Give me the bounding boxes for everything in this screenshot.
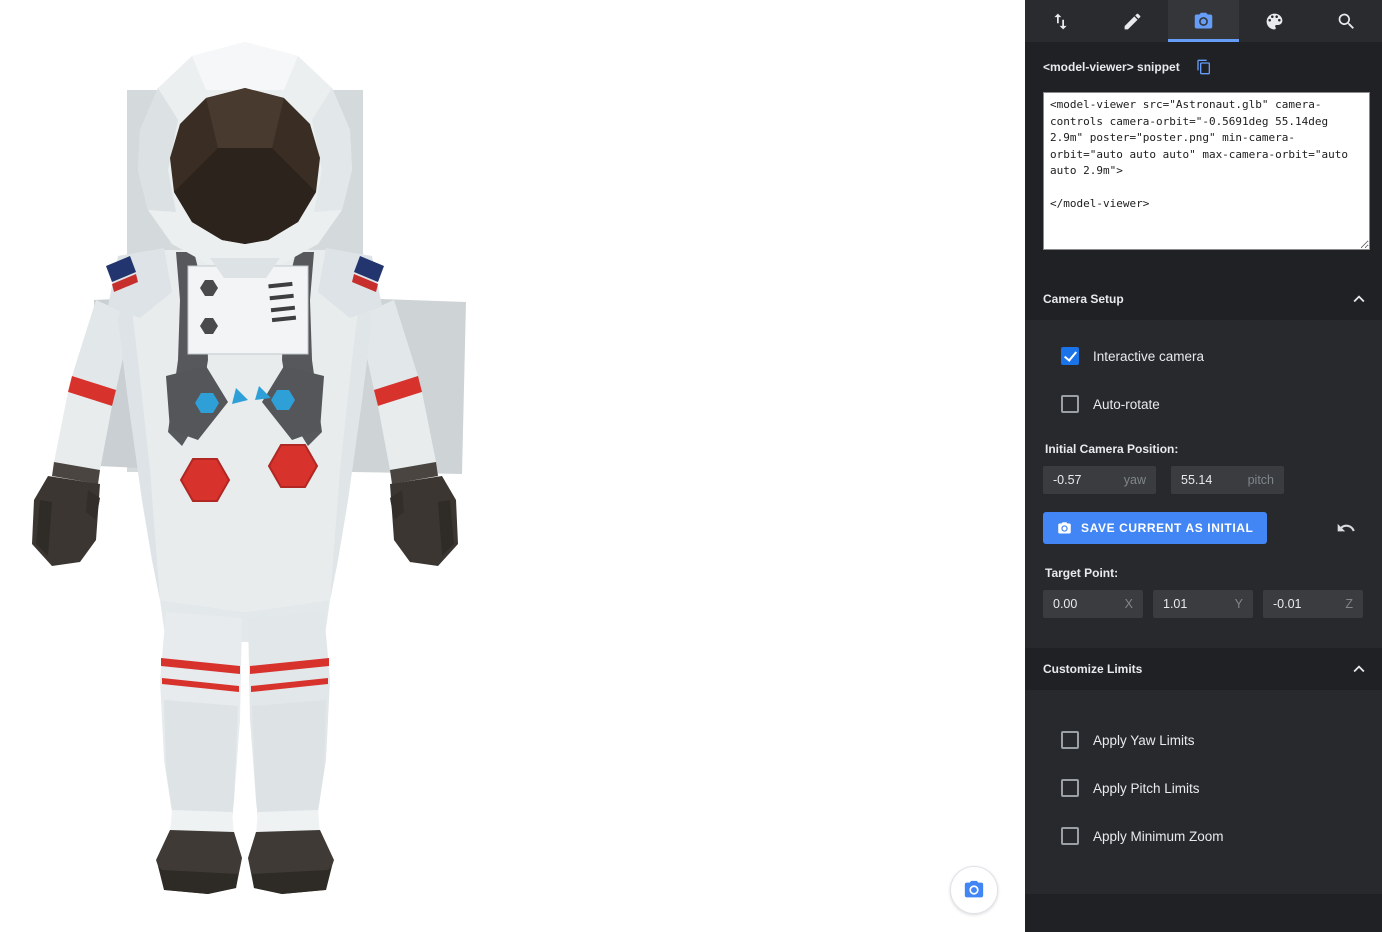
camera-icon	[1193, 11, 1214, 32]
initial-camera-position-label: Initial Camera Position:	[1025, 442, 1382, 456]
target-x-suffix: X	[1103, 597, 1133, 611]
pitch-input[interactable]	[1181, 473, 1231, 487]
search-icon	[1336, 11, 1357, 32]
pitch-field[interactable]: pitch	[1171, 466, 1284, 494]
apply-minimum-zoom-checkbox[interactable]	[1061, 827, 1079, 845]
undo-icon	[1336, 518, 1356, 538]
tab-import-export[interactable]	[1025, 0, 1096, 42]
target-x-field[interactable]: X	[1043, 590, 1143, 618]
collapse-camera-setup-button[interactable]	[1348, 288, 1370, 310]
camera-setup-header[interactable]: Camera Setup	[1025, 278, 1382, 320]
chevron-up-icon	[1348, 288, 1370, 310]
target-x-input[interactable]	[1053, 597, 1103, 611]
apply-pitch-limits-checkbox[interactable]	[1061, 779, 1079, 797]
auto-rotate-checkbox[interactable]	[1061, 395, 1079, 413]
tab-styling[interactable]	[1239, 0, 1310, 42]
snippet-code-editor[interactable]: <model-viewer src="Astronaut.glb" camera…	[1043, 92, 1370, 250]
panel-toolbar	[1025, 0, 1382, 42]
apply-pitch-limits-row[interactable]: Apply Pitch Limits	[1025, 764, 1382, 812]
astronaut-legs	[156, 600, 334, 894]
target-y-input[interactable]	[1163, 597, 1213, 611]
target-y-suffix: Y	[1213, 597, 1243, 611]
camera-icon	[963, 879, 985, 901]
copy-icon	[1196, 59, 1212, 75]
target-z-suffix: Z	[1323, 597, 1353, 611]
apply-yaw-limits-label: Apply Yaw Limits	[1093, 733, 1195, 748]
save-current-as-initial-button[interactable]: SAVE CURRENT AS INITIAL	[1043, 512, 1267, 544]
auto-rotate-label: Auto-rotate	[1093, 397, 1160, 412]
pencil-icon	[1122, 11, 1143, 32]
target-y-field[interactable]: Y	[1153, 590, 1253, 618]
customize-limits-title: Customize Limits	[1043, 662, 1142, 676]
tab-inspect[interactable]	[1311, 0, 1382, 42]
screenshot-button[interactable]	[950, 866, 998, 914]
editor-panel: <model-viewer> snippet <model-viewer src…	[1025, 0, 1382, 932]
camera-setup-section: Interactive camera Auto-rotate Initial C…	[1025, 320, 1382, 648]
swap-vertical-icon	[1050, 11, 1071, 32]
apply-minimum-zoom-row[interactable]: Apply Minimum Zoom	[1025, 812, 1382, 860]
apply-pitch-limits-label: Apply Pitch Limits	[1093, 781, 1200, 796]
initial-position-fields: yaw pitch	[1025, 466, 1382, 494]
target-z-field[interactable]: Z	[1263, 590, 1363, 618]
tab-edit[interactable]	[1096, 0, 1167, 42]
auto-rotate-row[interactable]: Auto-rotate	[1025, 380, 1382, 428]
apply-minimum-zoom-label: Apply Minimum Zoom	[1093, 829, 1224, 844]
snippet-title: <model-viewer> snippet	[1043, 60, 1180, 74]
astronaut-3d-model[interactable]	[0, 0, 1025, 932]
palette-icon	[1264, 11, 1285, 32]
tab-camera[interactable]	[1168, 0, 1239, 42]
target-point-fields: X Y Z	[1025, 590, 1382, 618]
interactive-camera-row[interactable]: Interactive camera	[1025, 332, 1382, 380]
camera-icon	[1057, 521, 1072, 536]
interactive-camera-label: Interactive camera	[1093, 349, 1204, 364]
customize-limits-header[interactable]: Customize Limits	[1025, 648, 1382, 690]
save-button-label: SAVE CURRENT AS INITIAL	[1081, 521, 1253, 535]
copy-snippet-button[interactable]	[1196, 59, 1212, 75]
model-viewport[interactable]	[0, 0, 1025, 932]
chevron-up-icon	[1348, 658, 1370, 680]
camera-setup-title: Camera Setup	[1043, 292, 1124, 306]
target-z-input[interactable]	[1273, 597, 1323, 611]
target-point-label: Target Point:	[1025, 566, 1382, 580]
interactive-camera-checkbox[interactable]	[1061, 347, 1079, 365]
snippet-header: <model-viewer> snippet	[1025, 42, 1382, 92]
astronaut-chest-panel	[188, 266, 308, 354]
yaw-field[interactable]: yaw	[1043, 466, 1156, 494]
yaw-input[interactable]	[1053, 473, 1103, 487]
collapse-customize-limits-button[interactable]	[1348, 658, 1370, 680]
pitch-suffix: pitch	[1231, 473, 1274, 487]
customize-limits-section: Apply Yaw Limits Apply Pitch Limits Appl…	[1025, 690, 1382, 894]
apply-yaw-limits-checkbox[interactable]	[1061, 731, 1079, 749]
apply-yaw-limits-row[interactable]: Apply Yaw Limits	[1025, 716, 1382, 764]
yaw-suffix: yaw	[1103, 473, 1146, 487]
undo-camera-button[interactable]	[1336, 518, 1356, 538]
panel-filler	[1025, 894, 1382, 932]
save-initial-row: SAVE CURRENT AS INITIAL	[1025, 512, 1382, 544]
